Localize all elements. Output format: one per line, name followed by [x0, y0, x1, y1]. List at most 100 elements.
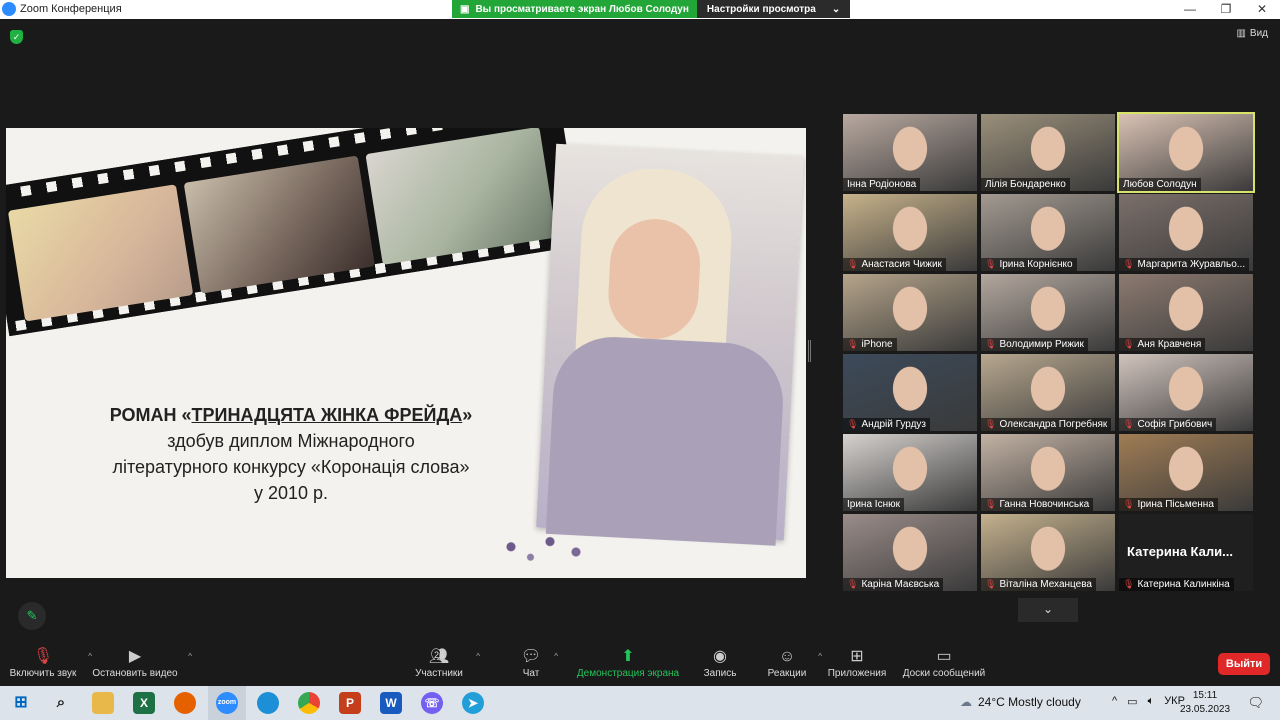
- novel-title: ТРИНАДЦЯТА ЖІНКА ФРЕЙДА: [191, 405, 463, 425]
- muted-mic-icon: 🎙︎: [985, 259, 997, 269]
- muted-mic-icon: 🎙︎: [985, 339, 997, 349]
- participant-tile[interactable]: Любов Солодун: [1117, 112, 1255, 193]
- muted-mic-icon: 🎙︎: [847, 259, 859, 269]
- slide-heading: РОМАН «ТРИНАДЦЯТА ЖІНКА ФРЕЙДА»: [109, 405, 473, 425]
- participant-tile[interactable]: Інна Родіонова: [843, 114, 977, 191]
- participant-name-tag: 🎙︎ Ірина Пісьменна: [1119, 498, 1218, 511]
- participant-tile[interactable]: 🎙︎ Каріна Маєвська: [843, 514, 977, 591]
- participant-tile[interactable]: 🎙︎ Віталіна Механцева: [981, 514, 1115, 591]
- muted-mic-icon: 🎙︎: [985, 419, 997, 429]
- apps-button[interactable]: ⊞ Приложения: [826, 646, 888, 679]
- participant-tile[interactable]: Ірина Існюк: [843, 434, 977, 511]
- excel-icon[interactable]: X: [133, 692, 155, 714]
- maximize-icon[interactable]: ❐: [1208, 0, 1244, 18]
- participant-tile[interactable]: 🎙︎ Анастасия Чижик: [843, 194, 977, 271]
- muted-mic-icon: 🎙︎: [1123, 499, 1135, 509]
- chat-icon: 💬︎: [520, 648, 542, 665]
- telegram-icon[interactable]: ➤: [462, 692, 484, 714]
- file-explorer-icon[interactable]: [92, 692, 114, 714]
- participant-name: Ірина Існюк: [847, 499, 900, 510]
- participant-tile[interactable]: 🎙︎ Аня Кравченя: [1119, 274, 1253, 351]
- participant-tile[interactable]: 🎙︎ Софія Грибович: [1119, 354, 1253, 431]
- chat-button[interactable]: 💬︎ Чат ^: [518, 646, 558, 679]
- record-label: Запись: [703, 668, 737, 679]
- muted-mic-icon: 🎙︎: [985, 579, 997, 589]
- zoom-taskbar-icon[interactable]: zoom: [216, 692, 238, 714]
- reactions-button[interactable]: ☺ Реакции ^: [766, 646, 822, 679]
- muted-mic-icon: 🎙︎: [32, 648, 54, 665]
- film-strip-image: [6, 128, 583, 337]
- muted-mic-icon: 🎙︎: [985, 499, 997, 509]
- zoom-logo-icon: [2, 2, 16, 16]
- clock[interactable]: 15:11 23.05.2023: [1180, 689, 1230, 717]
- viewing-share-label: Вы просматриваете экран Любов Солодун: [475, 3, 689, 15]
- participant-tile[interactable]: 🎙︎ Ірина Корнієнко: [981, 194, 1115, 271]
- participant-tile[interactable]: 🎙︎ Володимир Рижик: [981, 274, 1115, 351]
- view-grid-icon: ▥: [1236, 28, 1246, 39]
- participant-name: Аня Кравченя: [1137, 339, 1202, 350]
- smiley-icon: ☺: [778, 648, 796, 665]
- participant-name: Віталіна Механцева: [999, 579, 1092, 590]
- muted-mic-icon: 🎙︎: [847, 419, 859, 429]
- viber-icon[interactable]: ☏: [421, 692, 443, 714]
- chrome-icon[interactable]: [298, 692, 320, 714]
- stop-video-button[interactable]: ▶︎ Остановить видео ^: [92, 646, 192, 679]
- security-shield-icon[interactable]: ✓: [10, 30, 23, 44]
- video-camera-icon: ▶︎: [128, 648, 142, 665]
- caret-up-icon[interactable]: ^: [476, 652, 480, 661]
- meeting-toolbar: 🎙︎ Включить звук ^ ▶︎ Остановить видео ^…: [0, 640, 1280, 686]
- close-icon[interactable]: ✕: [1244, 0, 1280, 18]
- powerpoint-icon[interactable]: P: [339, 692, 361, 714]
- view-options-button[interactable]: Настройки просмотра ⌄: [696, 0, 851, 18]
- participant-tile[interactable]: Катерина Кали... 🎙︎ Катерина Калинкіна: [1119, 514, 1253, 591]
- record-button[interactable]: ◉ Запись: [700, 646, 740, 679]
- volume-icon[interactable]: 🔈︎: [1148, 695, 1155, 708]
- notifications-icon[interactable]: 🗨︎: [1247, 695, 1264, 711]
- slide-line-2: здобув диплом Міжнародного: [167, 431, 415, 451]
- word-icon[interactable]: W: [380, 692, 402, 714]
- share-screen-button[interactable]: ⬆ Демонстрация экрана: [574, 646, 682, 679]
- view-options-label: Настройки просмотра: [706, 3, 816, 15]
- caret-up-icon[interactable]: ^: [818, 652, 822, 661]
- caret-up-icon[interactable]: ^: [188, 652, 192, 661]
- participants-button[interactable]: 👥︎ 26 Участники ^: [412, 646, 480, 679]
- participants-count: 26: [434, 650, 445, 660]
- flowers-decoration: [472, 526, 602, 578]
- clock-time: 15:11: [1192, 690, 1218, 701]
- participant-name-tag: 🎙︎ Катерина Калинкіна: [1119, 578, 1234, 591]
- author-photo: [536, 143, 804, 546]
- minimize-icon[interactable]: —: [1172, 0, 1208, 18]
- participant-name-tag: Лілія Бондаренко: [981, 178, 1070, 191]
- whiteboards-button[interactable]: ▭ Доски сообщений: [900, 646, 988, 679]
- weather-widget[interactable]: ☁ 24°C Mostly cloudy: [960, 695, 1081, 709]
- participant-tile[interactable]: 🎙︎ Ганна Новочинська: [981, 434, 1115, 511]
- participant-name-tag: Любов Солодун: [1119, 178, 1201, 191]
- view-button[interactable]: ▥ Вид: [1236, 28, 1268, 39]
- annotate-pencil-icon[interactable]: ✎: [18, 602, 46, 630]
- tray-expand-icon[interactable]: ^: [1112, 695, 1117, 708]
- participant-tile[interactable]: 🎙︎ Андрій Гурдуз: [843, 354, 977, 431]
- gallery-next-page-button[interactable]: ⌄: [1018, 598, 1078, 622]
- firefox-icon[interactable]: [174, 692, 196, 714]
- windows-start-icon[interactable]: ⊞: [10, 692, 32, 714]
- participant-name-tag: 🎙︎ Ірина Корнієнко: [981, 258, 1077, 271]
- network-icon[interactable]: ▭: [1127, 695, 1137, 708]
- search-icon[interactable]: ⌕: [50, 692, 72, 714]
- participant-name-tag: 🎙︎ Софія Грибович: [1119, 418, 1217, 431]
- participant-tile[interactable]: Лілія Бондаренко: [981, 114, 1115, 191]
- split-resize-handle[interactable]: [808, 340, 811, 362]
- participant-tile[interactable]: 🎙︎ Олександра Погребняк: [981, 354, 1115, 431]
- caret-up-icon[interactable]: ^: [554, 652, 558, 661]
- participant-tile[interactable]: 🎙︎ Маргарита Журавльо...: [1119, 194, 1253, 271]
- participant-name-tag: Інна Родіонова: [843, 178, 921, 191]
- leave-button[interactable]: Выйти: [1218, 653, 1270, 675]
- window-title: Zoom Конференция: [20, 3, 122, 15]
- participant-name: Ірина Пісьменна: [1137, 499, 1214, 510]
- participant-tile[interactable]: 🎙︎ iPhone: [843, 274, 977, 351]
- unmute-button[interactable]: 🎙︎ Включить звук ^: [8, 646, 92, 679]
- slide-line-4: у 2010 р.: [253, 483, 329, 503]
- viewing-share-status: ▣ Вы просматриваете экран Любов Солодун: [452, 0, 697, 18]
- system-tray: ^ ▭ 🔈︎ УКР: [1112, 695, 1185, 708]
- edge-icon[interactable]: [257, 692, 279, 714]
- participant-tile[interactable]: 🎙︎ Ірина Пісьменна: [1119, 434, 1253, 511]
